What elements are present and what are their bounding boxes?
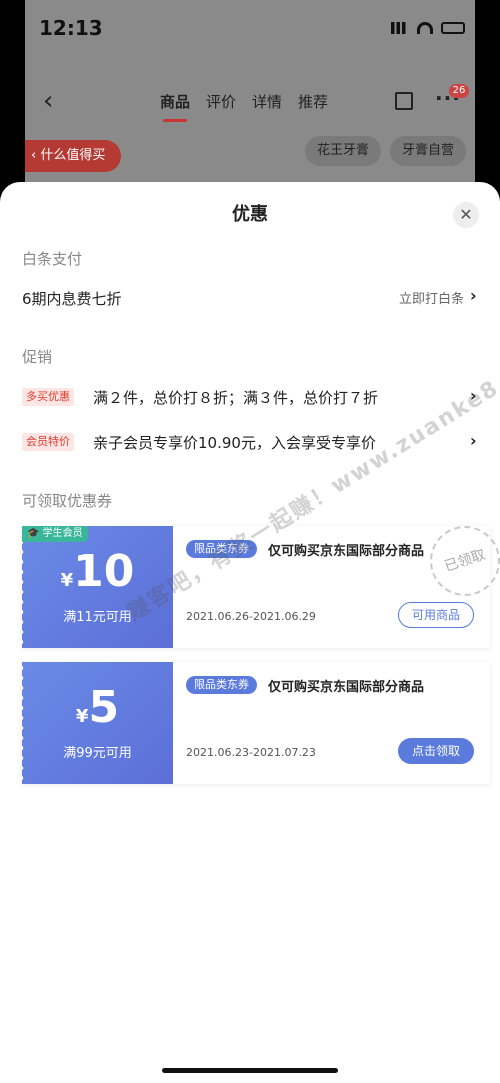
discount-sheet: 优惠 ✕ 白条支付 6期内息费七折 立即打白条 › 促销 多买优惠 满２件，总价… <box>0 182 500 1083</box>
close-button[interactable]: ✕ <box>453 202 479 228</box>
tab-reviews[interactable]: 评价 <box>206 91 236 112</box>
smzdm-back-chip[interactable]: ‹ 什么值得买 <box>25 140 121 172</box>
chevron-right-icon: › <box>470 431 477 450</box>
coupon-amount: 5 <box>88 682 120 733</box>
related-chip-kao-toothpaste[interactable]: 花王牙膏 <box>305 136 382 166</box>
wifi-icon <box>417 22 433 34</box>
home-indicator[interactable] <box>162 1068 338 1073</box>
status-bar: 12:13 <box>25 0 475 40</box>
applicable-products-button[interactable]: 可用商品 <box>398 602 474 628</box>
coupon-card: ¥5 满99元可用 限品类东券 仅可购买京东国际部分商品 2021.06.23-… <box>21 662 490 784</box>
tab-recommend[interactable]: 推荐 <box>298 91 328 112</box>
chevron-right-icon: › <box>470 286 477 305</box>
background-app: 12:13 ‹ 商品 评价 详情 推荐 ··· 26 ‹ 什么值得买 花王牙膏 … <box>25 0 475 200</box>
coupon-validity: 2021.06.23-2021.07.23 <box>186 746 316 759</box>
coupon-amount: 10 <box>73 546 135 597</box>
related-chip-toothpaste-self[interactable]: 牙膏自营 <box>390 136 467 166</box>
coupon-value-panel: ¥5 满99元可用 <box>21 662 173 784</box>
product-nav: ‹ 商品 评价 详情 推荐 ··· 26 <box>25 80 475 124</box>
share-icon[interactable] <box>395 92 413 110</box>
coupons-section-label: 可领取优惠券 <box>22 492 113 510</box>
promo-text: 满２件，总价打８折；满３件，总价打７折 <box>93 389 379 407</box>
promo-text: 亲子会员专享价10.90元，入会享受专享价 <box>93 434 376 452</box>
coupon-condition: 满99元可用 <box>63 746 132 761</box>
status-time: 12:13 <box>39 16 103 40</box>
sheet-title: 优惠 <box>232 204 268 225</box>
student-member-badge: 🎓 学生会员 <box>22 526 88 542</box>
currency-symbol: ¥ <box>60 570 74 591</box>
notification-badge: 26 <box>449 84 469 98</box>
promo-section-label: 促销 <box>22 348 53 366</box>
baitiao-action-link[interactable]: 立即打白条 <box>399 288 464 307</box>
promo-tag: 会员特价 <box>22 433 74 451</box>
baitiao-offer: 6期内息费七折 <box>22 290 122 308</box>
close-icon: ✕ <box>459 205 473 224</box>
promo-tag: 多买优惠 <box>22 388 74 406</box>
baitiao-section-label: 白条支付 <box>22 250 83 268</box>
coupon-title: 仅可购买京东国际部分商品 <box>268 680 425 695</box>
claim-coupon-button[interactable]: 点击领取 <box>398 738 474 764</box>
coupon-validity: 2021.06.26-2021.06.29 <box>186 610 316 623</box>
battery-icon <box>441 22 465 34</box>
signal-icon <box>391 22 409 34</box>
claimed-stamp: 已领取 <box>420 516 500 606</box>
currency-symbol: ¥ <box>75 706 89 727</box>
tab-details[interactable]: 详情 <box>252 91 282 112</box>
coupon-title: 仅可购买京东国际部分商品 <box>268 544 425 559</box>
tab-product[interactable]: 商品 <box>160 91 190 122</box>
coupon-category-tag: 限品类东券 <box>186 676 257 694</box>
back-icon[interactable]: ‹ <box>43 86 53 116</box>
